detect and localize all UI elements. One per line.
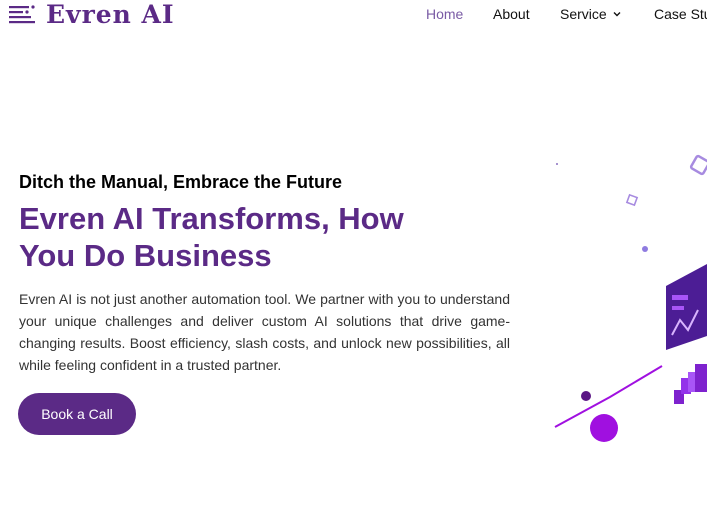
chevron-down-icon: [613, 12, 621, 17]
hero-title-line1: Evren AI Transforms, How: [19, 201, 404, 236]
hero-title: Evren AI Transforms, How You Do Business: [19, 200, 519, 274]
nav-service[interactable]: Service: [560, 6, 622, 22]
page: Evren AI Home About Service Case Stu Dit…: [0, 0, 707, 532]
nav-about[interactable]: About: [493, 6, 530, 22]
logo[interactable]: Evren AI: [8, 2, 175, 27]
nav-case-studies[interactable]: Case Stu: [654, 6, 707, 22]
hero-paragraph: Evren AI is not just another automation …: [19, 291, 510, 373]
site-header: Evren AI Home About Service Case Stu: [0, 0, 707, 30]
ai-illustration: [554, 154, 707, 442]
brand-name: Evren AI: [46, 0, 175, 29]
book-call-button[interactable]: Book a Call: [18, 393, 136, 435]
hero-subtitle: Ditch the Manual, Embrace the Future: [19, 172, 343, 192]
hero-title-line2: You Do Business: [19, 238, 272, 273]
nav-service-label: Service: [560, 6, 607, 22]
nav-home[interactable]: Home: [426, 6, 463, 22]
lines-icon: [9, 4, 35, 23]
